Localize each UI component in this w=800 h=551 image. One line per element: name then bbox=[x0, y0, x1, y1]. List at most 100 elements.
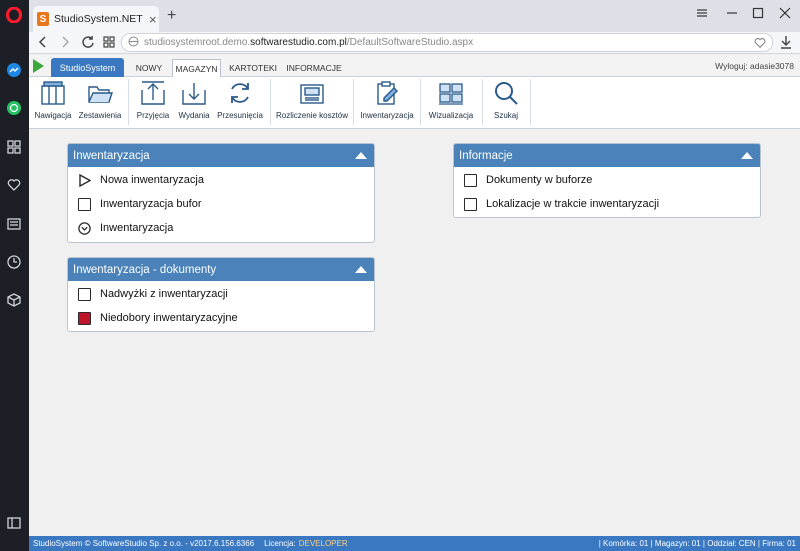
download-icon[interactable] bbox=[780, 34, 792, 53]
ribbon-wizualizacja-button[interactable]: Wizualizacja bbox=[426, 80, 476, 120]
tab-nowy[interactable]: NOWY bbox=[130, 59, 168, 77]
news-icon[interactable] bbox=[5, 215, 23, 233]
panel-inwentaryzacja-dokumenty: Inwentaryzacja - dokumenty Nadwyżki z in… bbox=[67, 257, 375, 332]
panel-inwentaryzacja: Inwentaryzacja Nowa inwentaryzacja Inwen… bbox=[67, 143, 375, 243]
messenger-icon[interactable] bbox=[5, 61, 23, 79]
url-field[interactable]: studiosystemroot.demo.softwarestudio.com… bbox=[121, 33, 773, 52]
tab-close-icon[interactable]: × bbox=[149, 12, 157, 27]
browser-tab-strip: S StudioSystem.NET (c) Soft × + bbox=[29, 0, 800, 32]
collapse-icon[interactable] bbox=[355, 266, 367, 273]
tabs-grid-icon[interactable] bbox=[103, 34, 115, 53]
play-icon[interactable] bbox=[33, 59, 44, 73]
collapse-icon[interactable] bbox=[355, 152, 367, 159]
ribbon-separator bbox=[353, 79, 354, 125]
ribbon-label: Wizualizacja bbox=[428, 111, 474, 120]
ribbon-przyjecia-button[interactable]: Przyjęcia bbox=[135, 80, 171, 120]
tab-informacje[interactable]: INFORMACJE bbox=[285, 59, 343, 77]
whatsapp-icon[interactable] bbox=[5, 99, 23, 117]
checkbox-icon bbox=[78, 197, 91, 211]
opera-logo-icon[interactable] bbox=[5, 6, 23, 24]
minimize-icon[interactable] bbox=[726, 7, 738, 22]
inbox-arrow-up-icon bbox=[141, 81, 165, 105]
clipboard-edit-icon bbox=[377, 81, 398, 105]
ribbon-nawigacja-button[interactable]: Nawigacja bbox=[35, 80, 71, 120]
ribbon-label: Nawigacja bbox=[34, 111, 72, 120]
list-item-label: Inwentaryzacja bbox=[100, 222, 174, 234]
ribbon-rozliczenie-button[interactable]: Rozliczenie kosztów bbox=[276, 80, 348, 120]
history-clock-icon[interactable] bbox=[5, 253, 23, 271]
red-square-icon bbox=[78, 311, 91, 325]
refresh-icon bbox=[231, 83, 249, 103]
list-item-niedobory[interactable]: Niedobory inwentaryzacyjne bbox=[68, 306, 374, 330]
list-item-dokumenty-w-buforze[interactable]: Dokumenty w buforze bbox=[454, 168, 760, 192]
ribbon-label: Inwentaryzacja bbox=[360, 111, 414, 120]
ribbon-label: Rozliczenie kosztów bbox=[275, 111, 349, 120]
tab-magazyn[interactable]: MAGAZYN bbox=[172, 59, 221, 77]
ribbon-separator bbox=[530, 79, 531, 125]
speed-dial-icon[interactable] bbox=[5, 138, 23, 156]
browser-sidebar bbox=[0, 0, 29, 551]
search-icon bbox=[495, 82, 518, 105]
ribbon-przesuniecia-button[interactable]: Przesunięcia bbox=[217, 80, 263, 120]
ribbon-zestawienia-button[interactable]: Zestawienia bbox=[78, 80, 122, 120]
cash-register-icon bbox=[300, 84, 324, 104]
panel-title: Informacje bbox=[459, 149, 513, 162]
favicon-icon: S bbox=[37, 12, 49, 26]
ribbon-separator bbox=[482, 79, 483, 125]
list-item-inwentaryzacja[interactable]: Inwentaryzacja bbox=[68, 216, 374, 240]
main-content: Inwentaryzacja Nowa inwentaryzacja Inwen… bbox=[29, 130, 800, 536]
inbox-arrow-down-icon bbox=[182, 83, 206, 105]
checkbox-icon bbox=[464, 173, 477, 187]
panel-header[interactable]: Inwentaryzacja - dokumenty bbox=[68, 258, 374, 281]
copyright-text: StudioSystem © SoftwareStudio Sp. z o.o.… bbox=[33, 539, 255, 548]
tab-kartoteki[interactable]: KARTOTEKI bbox=[228, 59, 278, 77]
list-item-label: Inwentaryzacja bufor bbox=[100, 198, 202, 210]
pallets-icon bbox=[439, 83, 463, 105]
new-tab-icon[interactable]: + bbox=[167, 7, 176, 25]
ribbon-wydania-button[interactable]: Wydania bbox=[176, 80, 212, 120]
panel-header[interactable]: Inwentaryzacja bbox=[68, 144, 374, 167]
panel-header[interactable]: Informacje bbox=[454, 144, 760, 167]
cabinet-icon bbox=[41, 81, 65, 105]
extensions-cube-icon[interactable] bbox=[5, 291, 23, 309]
panel-title: Inwentaryzacja bbox=[73, 149, 150, 162]
ribbon-label: Przesunięcia bbox=[217, 111, 263, 120]
ribbon-szukaj-button[interactable]: Szukaj bbox=[488, 80, 524, 120]
browser-address-row: studiosystemroot.demo.softwarestudio.com… bbox=[29, 32, 800, 54]
reload-icon[interactable] bbox=[81, 34, 95, 53]
play-outline-icon bbox=[79, 173, 91, 187]
folder-icon bbox=[88, 86, 113, 103]
maximize-icon[interactable] bbox=[752, 7, 764, 22]
forward-icon[interactable] bbox=[59, 34, 71, 53]
status-bar: StudioSystem © SoftwareStudio Sp. z o.o.… bbox=[29, 536, 800, 551]
ribbon-label: Przyjęcia bbox=[136, 111, 170, 120]
ribbon-label: Zestawienia bbox=[78, 111, 122, 120]
studiosystem-button[interactable]: StudioSystem bbox=[51, 58, 124, 77]
ribbon-label: Szukaj bbox=[493, 111, 518, 120]
checkbox-icon bbox=[78, 287, 91, 301]
ribbon-toolbar: Nawigacja Zestawienia Przyjęcia Wydania … bbox=[29, 77, 800, 129]
bookmarks-heart-icon[interactable] bbox=[5, 176, 23, 194]
license-label: Licencja: bbox=[264, 539, 296, 548]
logout-link[interactable]: Wyloguj: adasie3078 bbox=[715, 61, 794, 71]
list-item-label: Nadwyżki z inwentaryzacji bbox=[100, 288, 228, 300]
list-item-nadwyzki[interactable]: Nadwyżki z inwentaryzacji bbox=[68, 282, 374, 306]
chevron-circle-down-icon bbox=[78, 221, 91, 235]
collapse-icon[interactable] bbox=[741, 152, 753, 159]
list-item-label: Nowa inwentaryzacja bbox=[100, 174, 204, 186]
browser-tab[interactable]: S StudioSystem.NET (c) Soft × bbox=[33, 6, 159, 32]
list-item-inwentaryzacja-bufor[interactable]: Inwentaryzacja bufor bbox=[68, 192, 374, 216]
context-info: | Komórka: 01 | Magazyn: 01 | Oddział: C… bbox=[598, 539, 796, 548]
list-item-lokalizacje[interactable]: Lokalizacje w trakcie inwentaryzacji bbox=[454, 192, 760, 216]
ribbon-inwentaryzacja-button[interactable]: Inwentaryzacja bbox=[360, 80, 414, 120]
checkbox-icon bbox=[464, 197, 477, 211]
ribbon-separator bbox=[128, 79, 129, 125]
close-window-icon[interactable] bbox=[779, 7, 791, 22]
ribbon-separator bbox=[270, 79, 271, 125]
sidebar-toggle-icon[interactable] bbox=[5, 514, 23, 532]
easy-setup-icon[interactable] bbox=[696, 7, 708, 22]
back-icon[interactable] bbox=[37, 34, 49, 53]
bookmark-heart-icon[interactable] bbox=[754, 37, 766, 52]
site-info-icon[interactable] bbox=[128, 36, 139, 50]
list-item-nowa-inwentaryzacja[interactable]: Nowa inwentaryzacja bbox=[68, 168, 374, 192]
